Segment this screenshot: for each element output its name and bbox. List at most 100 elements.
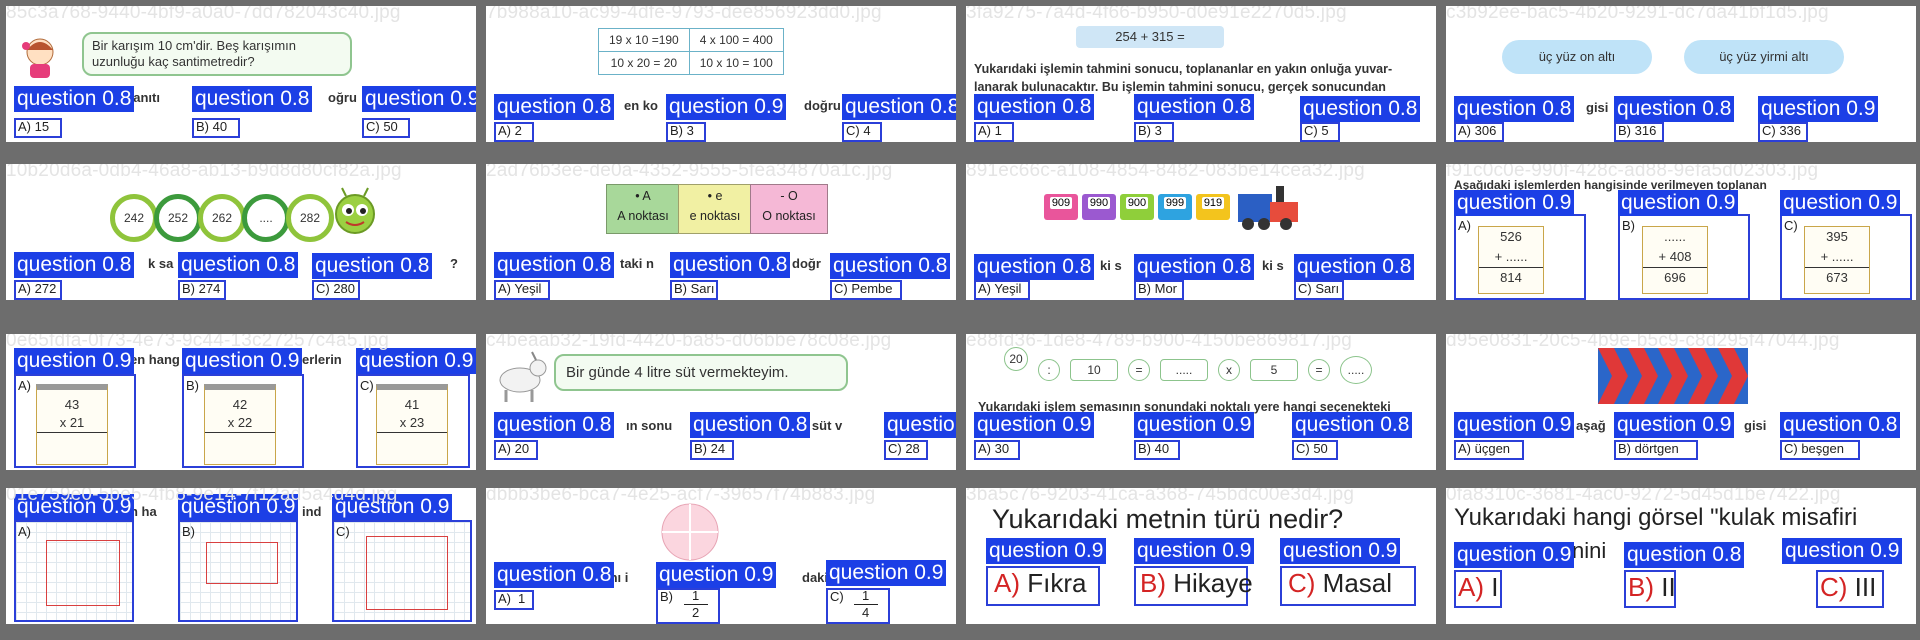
multiplication-table: 19 x 10 =190 4 x 100 = 400 10 x 20 = 20 … bbox=[598, 28, 784, 75]
caterpillar-ring: 252 bbox=[154, 194, 202, 242]
option-b[interactable]: B) 40 bbox=[196, 119, 227, 134]
option-a[interactable]: A) 15 bbox=[18, 119, 49, 134]
option-c[interactable]: C) beşgen bbox=[1784, 441, 1844, 456]
question-detection-label: question 0.8 bbox=[1624, 542, 1745, 568]
question-detection-label: question 0.9 bbox=[1454, 190, 1575, 216]
rectangle-shape bbox=[366, 536, 448, 610]
tile-filename: 7b988a10-ac99-4dfe-9793-dee856923dd0.jpg bbox=[486, 6, 882, 23]
note-line: 526 bbox=[1500, 229, 1522, 244]
question-text: Bir karışım 10 cm'dir. Beş karışımın uzu… bbox=[92, 38, 297, 69]
option-value[interactable]: 1 bbox=[518, 591, 525, 606]
option-c[interactable]: C) 5 bbox=[1304, 123, 1329, 138]
question-detection-label: question 0.8 bbox=[1614, 96, 1735, 122]
option-c[interactable]: C) 280 bbox=[316, 281, 355, 296]
multiplication-note: 42 x 22 bbox=[204, 384, 276, 465]
option-a[interactable]: A) 2 bbox=[498, 123, 522, 138]
cloud-label: üç yüz on altı bbox=[1502, 40, 1652, 74]
option-a[interactable]: A) 30 bbox=[978, 441, 1009, 456]
option-b[interactable]: B) 3 bbox=[1138, 123, 1162, 138]
option-c[interactable]: C) 50 bbox=[366, 119, 398, 134]
goat-illustration bbox=[499, 351, 547, 402]
cloud-text: üç yüz on altı bbox=[1538, 49, 1616, 64]
tile-15: 0fa8310c-3681-4ac0-9272-5d45d1be7422.jpg… bbox=[1446, 488, 1916, 624]
question-detection-label: question 0.9 bbox=[974, 412, 1095, 438]
option-c[interactable]: C) 28 bbox=[888, 441, 920, 456]
option-a[interactable]: A) üçgen bbox=[1458, 441, 1510, 456]
option-c[interactable]: C) Masal bbox=[1288, 568, 1392, 599]
chain-circle: : bbox=[1038, 359, 1060, 381]
option-c[interactable]: C) 336 bbox=[1762, 123, 1801, 138]
option-b[interactable]: B) Sarı bbox=[674, 281, 714, 296]
option-c[interactable]: C) III bbox=[1820, 572, 1876, 603]
chain-circle: = bbox=[1128, 359, 1150, 381]
option-b[interactable]: B) Hikaye bbox=[1140, 568, 1253, 599]
addition-note: 526 + ...... 814 bbox=[1478, 226, 1544, 294]
question-detection-label: question 0.9 bbox=[826, 560, 947, 586]
option-b[interactable]: B) 274 bbox=[182, 281, 220, 296]
tile-filename: 01e759e0-5be5-4fb8-9e14-7f12ad5a4d4d.jpg bbox=[6, 488, 398, 505]
rectangle-shape bbox=[206, 542, 278, 584]
option-c[interactable]: C) Pembe bbox=[834, 281, 893, 296]
option-letter[interactable]: A) bbox=[498, 591, 511, 606]
card-letter: C) bbox=[360, 378, 374, 393]
question-detection-label: question 0.8 bbox=[974, 254, 1095, 280]
card-letter: A) bbox=[18, 524, 31, 539]
option-letter[interactable]: C) bbox=[830, 589, 844, 604]
option-a[interactable]: A) 20 bbox=[498, 441, 529, 456]
wagon-value: 900 bbox=[1125, 197, 1149, 209]
option-a[interactable]: A) 272 bbox=[18, 281, 56, 296]
chevron-pattern bbox=[1598, 348, 1748, 404]
table-cell: 19 x 10 =190 bbox=[598, 28, 690, 52]
option-c[interactable]: C) 50 bbox=[1296, 441, 1328, 456]
question-detection-label: question 0.8 bbox=[14, 86, 135, 112]
bubble-text: Bir günde 4 litre süt vermekteyim. bbox=[566, 364, 789, 381]
question-detection-label: question 0.8 bbox=[178, 252, 299, 278]
question-detection-label: question 0.9 bbox=[986, 538, 1107, 564]
question-detection-label: question 0.8 bbox=[1134, 254, 1255, 280]
question-detection-label: question 0.8 bbox=[1300, 96, 1421, 122]
option-a[interactable]: A) 306 bbox=[1458, 123, 1496, 138]
option-a[interactable]: A) 1 bbox=[978, 123, 1002, 138]
tile-9: c4beaab32-19fd-4420-ba85-d06bbe78c08e.jp… bbox=[486, 334, 956, 470]
option-a[interactable]: A) Fıkra bbox=[994, 568, 1086, 599]
option-b[interactable]: B) Mor bbox=[1138, 281, 1177, 296]
question-detection-label: question 0.8 bbox=[830, 253, 951, 279]
question-detection-label: question 0.9 bbox=[1454, 412, 1575, 438]
option-b[interactable]: B) 3 bbox=[670, 123, 694, 138]
option-a[interactable]: A) I bbox=[1458, 572, 1498, 603]
note-line: x 23 bbox=[377, 414, 447, 433]
option-a[interactable]: A) Yeşil bbox=[978, 281, 1021, 296]
note-line: 43 bbox=[64, 397, 80, 412]
question-detection-label: question 0.9 bbox=[1134, 412, 1255, 438]
option-label: III bbox=[1854, 572, 1877, 602]
option-label: I bbox=[1491, 572, 1499, 602]
option-b[interactable]: B) II bbox=[1628, 572, 1676, 603]
question-fragment: gisi bbox=[1744, 418, 1767, 433]
question-fragment: ki s bbox=[1262, 258, 1284, 273]
tile-filename: d95e0831-20c5-4b9e-b5c9-c8d295f47044.jpg bbox=[1446, 334, 1840, 351]
note-line: 696 bbox=[1664, 270, 1686, 285]
question-fragment: oğru bbox=[328, 90, 357, 105]
option-c[interactable]: C) 4 bbox=[846, 123, 871, 138]
option-c[interactable]: C) Sarı bbox=[1298, 281, 1339, 296]
question-detection-label: question 0.8 bbox=[14, 252, 135, 278]
train-wagon: 919 bbox=[1196, 194, 1230, 220]
tile-6: 891ec66c-a108-4854-8482-083be14cea32.jpg… bbox=[966, 164, 1436, 300]
note-line: 814 bbox=[1500, 270, 1522, 285]
tile-filename: c4beaab32-19fd-4420-ba85-d06bbe78c08e.jp… bbox=[486, 334, 892, 351]
note-line: + 408 bbox=[1643, 247, 1707, 268]
note-line: 673 bbox=[1826, 270, 1848, 285]
fraction-numerator: 1 bbox=[862, 588, 870, 603]
tile-filename: 85c3a768-9440-4bf9-a0a0-7dd782043c40.jpg bbox=[6, 6, 401, 23]
question-detection-label: question 0.8 bbox=[1454, 96, 1575, 122]
rectangle-shape bbox=[46, 540, 120, 606]
option-letter[interactable]: B) bbox=[660, 589, 673, 604]
tile-filename: 891ec66c-a108-4854-8482-083be14cea32.jpg bbox=[966, 164, 1365, 181]
option-b[interactable]: B) dörtgen bbox=[1618, 441, 1679, 456]
option-b[interactable]: B) 316 bbox=[1618, 123, 1656, 138]
option-b[interactable]: B) 24 bbox=[694, 441, 725, 456]
question-detection-label: question 0.8 bbox=[884, 412, 956, 438]
option-b[interactable]: B) 40 bbox=[1138, 441, 1169, 456]
tile-7: f91c0c0e-990f-428c-ad88-9efa5d02303.jpg … bbox=[1446, 164, 1916, 300]
option-a[interactable]: A) Yeşil bbox=[498, 281, 541, 296]
